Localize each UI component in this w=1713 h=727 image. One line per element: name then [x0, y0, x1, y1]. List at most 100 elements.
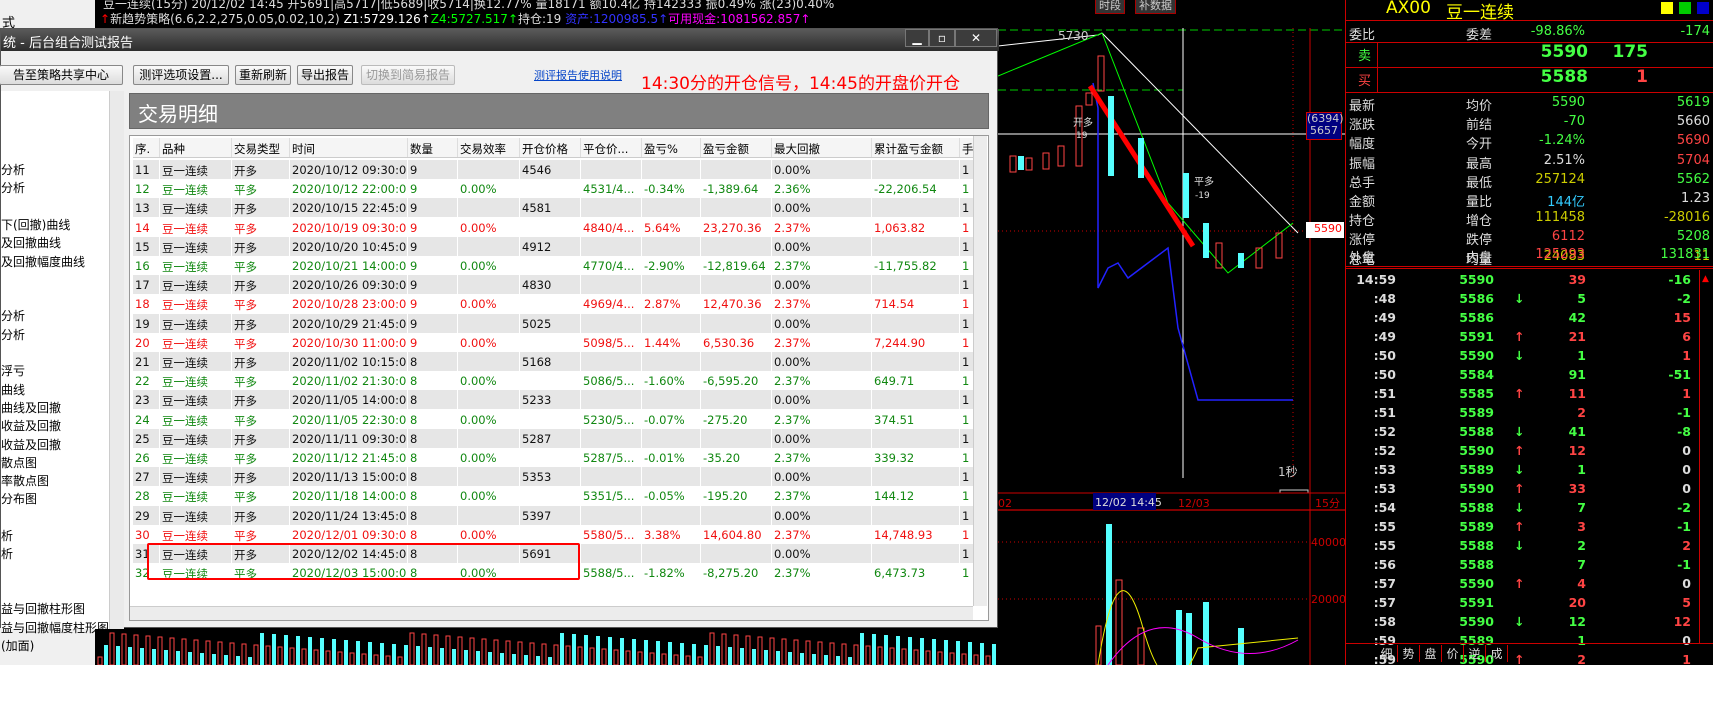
table-row[interactable]: 19 豆一连续 开多 2020/10/29 21:45:00 9 5025 0.00% 1: [133, 313, 973, 333]
tab-2[interactable]: 盘: [1420, 645, 1442, 662]
share-to-center-button[interactable]: 告至策略共享中心: [0, 65, 123, 85]
fill-data-button[interactable]: 补数据: [1135, 0, 1176, 14]
volume-bar: [944, 640, 948, 665]
tab-5[interactable]: 成: [1486, 645, 1508, 662]
nav-item[interactable]: 浮亏: [1, 362, 25, 380]
table-row[interactable]: 18 豆一连续 平多 2020/10/28 23:00:00 9 0.00% 4969/4.…: [133, 294, 973, 314]
nav-item[interactable]: 下(回撤)曲线: [1, 216, 70, 234]
nav-item[interactable]: 曲线: [1, 381, 25, 399]
table-row[interactable]: 15 豆一连续 开多 2020/10/20 10:45:00 9 4912 0.00% 1: [133, 236, 973, 256]
nav-item[interactable]: 及回撤幅度曲线: [1, 253, 85, 271]
nav-item[interactable]: 分析: [1, 307, 25, 325]
export-button[interactable]: 导出报告: [297, 65, 353, 85]
nav-item[interactable]: 率散点图: [1, 472, 49, 490]
table-cell: 2020/10/30 11:00:00: [292, 335, 406, 350]
nav-item[interactable]: (加面): [1, 637, 34, 655]
maximize-button[interactable]: ▫: [929, 29, 955, 47]
table-cell: 339.32: [874, 451, 915, 465]
table-cell: 8: [410, 393, 418, 408]
table-row[interactable]: 12 豆一连续 平多 2020/10/12 22:00:00 9 0.00% 4531/4.…: [133, 179, 973, 199]
table-row[interactable]: 26 豆一连续 平多 2020/11/12 21:45:00 8 0.00% 5287/5.…: [133, 448, 973, 467]
nav-scrollbar[interactable]: [109, 91, 124, 629]
kline-chart[interactable]: 5730 开多 19 -19 平多 1秒 12/02 14:45 12/03 0…: [997, 28, 1346, 680]
direction-arrow-icon: ↑: [1514, 329, 1525, 344]
table-row[interactable]: 14 豆一连续 平多 2020/10/19 09:30:00 9 0.00% 4840/4.…: [133, 217, 973, 237]
tick-row: :53 5589 ↓ 1 0: [1346, 462, 1696, 481]
volume-bar: [320, 638, 324, 665]
table-row[interactable]: 21 豆一连续 开多 2020/11/02 10:15:00 8 5168 0.00% 1: [133, 352, 973, 371]
tab-1[interactable]: 势: [1398, 645, 1420, 662]
tick-cell: 7: [1577, 557, 1586, 572]
nav-item[interactable]: 益与回撤幅度柱形图: [1, 619, 109, 637]
lightning-icon[interactable]: [1679, 2, 1691, 14]
table-row[interactable]: 11 豆一连续 开多 2020/10/12 09:30:00 9 4546 0.00% 1: [133, 160, 973, 179]
table-cell: 12: [135, 182, 150, 197]
table-cell: 374.51: [874, 412, 915, 427]
table-cell: 开多: [234, 202, 257, 217]
nav-item[interactable]: 益与回撤柱形图: [1, 600, 85, 618]
nav-item[interactable]: 及回撤曲线: [1, 234, 61, 252]
settings-button[interactable]: 测评选项设置...: [133, 65, 229, 85]
nav-item[interactable]: 曲线及回撤: [1, 399, 61, 417]
stat-value: 2.51%: [1543, 152, 1585, 168]
table-row[interactable]: 24 豆一连续 平多 2020/11/05 22:30:00 8 0.00% 5230/5.…: [133, 409, 973, 429]
table-cell: 23,270.36: [703, 220, 762, 235]
volume-bar: [800, 653, 804, 665]
table-row[interactable]: 20 豆一连续 平多 2020/10/30 11:00:00 9 0.00% 5098/5.…: [133, 332, 973, 352]
volume-bar: [961, 653, 967, 666]
volume-bar: [817, 641, 823, 666]
flag-icon[interactable]: [1661, 2, 1673, 14]
table-row[interactable]: 27 豆一连续 开多 2020/11/13 15:00:00 8 5353 0.00% 1: [133, 467, 973, 487]
nav-item[interactable]: 析: [1, 527, 13, 545]
table-cell: 2.37%: [774, 489, 811, 504]
stat-label: 涨跌: [1349, 118, 1376, 134]
volume-bar: [193, 639, 199, 666]
nav-item[interactable]: 分析: [1, 161, 25, 179]
tick-cell: 12: [1673, 614, 1691, 629]
nav-item[interactable]: 析: [1, 545, 13, 563]
table-vscrollbar[interactable]: [973, 136, 987, 606]
stat-label: 振幅: [1349, 156, 1376, 172]
minimize-button[interactable]: ▁: [905, 29, 929, 47]
nav-item[interactable]: 分布图: [1, 490, 37, 508]
table-hscrollbar[interactable]: [130, 606, 973, 620]
table-row[interactable]: 23 豆一连续 开多 2020/11/05 14:00:00 8 5233 0.00% 1: [133, 390, 973, 410]
volume-bar: [361, 653, 367, 666]
volume-bar: [145, 635, 151, 666]
ticks-scrollbar[interactable]: ▲: [1699, 270, 1713, 643]
table-row[interactable]: 28 豆一连续 平多 2020/11/18 14:00:00 8 0.00% 5351/5.…: [133, 486, 973, 506]
table-cell: 2020/11/18 14:00:00: [292, 489, 406, 504]
table-row[interactable]: 22 豆一连续 平多 2020/11/02 21:30:00 8 0.00% 5086/5.…: [133, 371, 973, 391]
tab-3[interactable]: 价: [1442, 645, 1464, 662]
help-link[interactable]: 测评报告使用说明: [534, 67, 622, 83]
table-row[interactable]: 29 豆一连续 开多 2020/11/24 13:45:00 8 5397 0.00% 1: [133, 505, 973, 525]
volume-bar: [584, 635, 588, 665]
tick-cell: :51: [1373, 405, 1396, 420]
signal-qty: 19: [1076, 131, 1088, 141]
nav-item[interactable]: 收益及回撤: [1, 436, 61, 454]
dialog-titlebar[interactable]: 统 - 后台组合测试报告 ▁ ▫ ✕: [1, 29, 999, 51]
table-row[interactable]: 25 豆一连续 开多 2020/11/11 09:30:00 8 5287 0.00% 1: [133, 428, 973, 448]
volume-bar: [505, 640, 511, 666]
volume-bar: [932, 639, 936, 665]
nav-item[interactable]: 散点图: [1, 454, 37, 472]
tab-0[interactable]: 细: [1376, 645, 1398, 662]
nav-item[interactable]: 收益及回撤: [1, 417, 61, 435]
period-button[interactable]: 时段: [1095, 0, 1125, 14]
close-button[interactable]: ✕: [955, 29, 997, 47]
scroll-up-icon[interactable]: ▲: [1702, 274, 1709, 284]
table-row[interactable]: 13 豆一连续 开多 2020/10/15 22:45:00 9 4581 0.00% 1: [133, 198, 973, 218]
table-cell: 5230/5...: [583, 412, 635, 427]
tab-4[interactable]: 逆: [1464, 645, 1486, 662]
hourglass-icon[interactable]: [1697, 2, 1709, 14]
nav-item[interactable]: 分析: [1, 179, 25, 197]
volume-bar: [188, 652, 192, 665]
refresh-button[interactable]: 重新刷新: [235, 65, 291, 85]
tick-cell: :50: [1373, 367, 1396, 382]
nav-item[interactable]: 分析: [1, 326, 25, 344]
table-row[interactable]: 17 豆一连续 开多 2020/10/26 09:30:00 9 4830 0.00% 1: [133, 275, 973, 295]
table-cell: 0.00%: [460, 412, 497, 427]
table-row[interactable]: 16 豆一连续 平多 2020/10/21 14:00:00 9 0.00% 4770/4.…: [133, 256, 973, 275]
stat-label: 涨停: [1349, 233, 1376, 249]
table-row[interactable]: 30 豆一连续 平多 2020/12/01 09:30:00 8 0.00% 5580/5.…: [133, 524, 973, 544]
